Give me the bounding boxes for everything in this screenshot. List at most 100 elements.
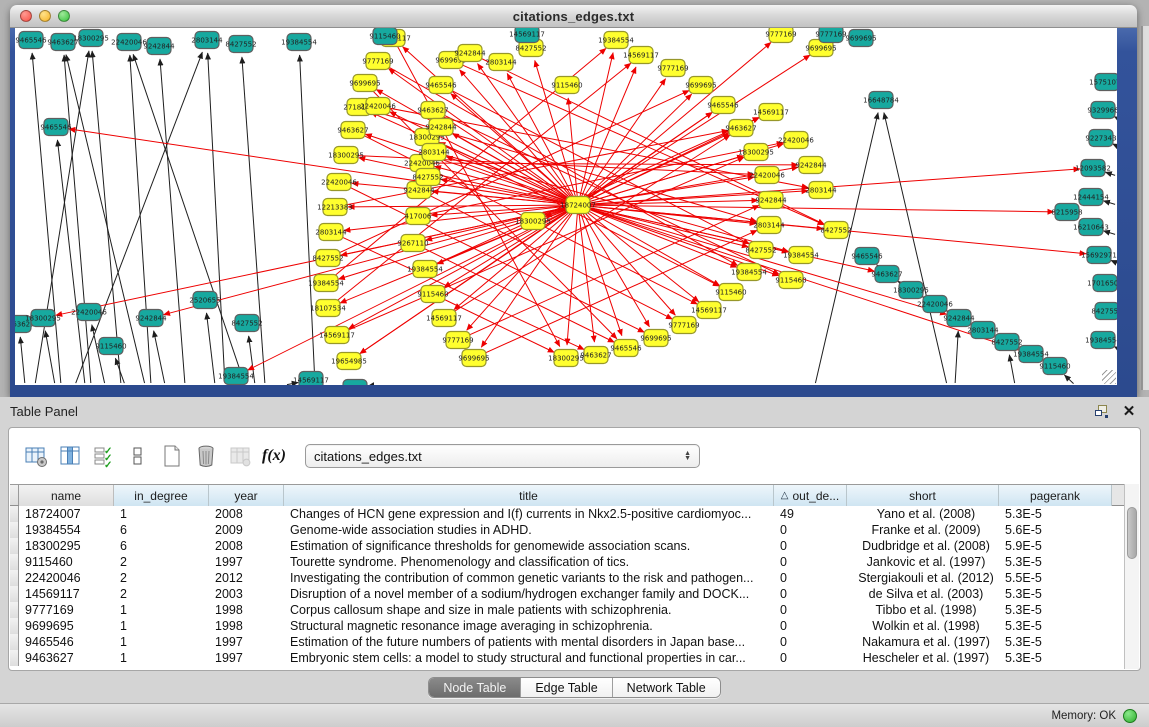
combo-arrows-icon: ▲▼	[684, 451, 691, 461]
table-source-select[interactable]: citations_edges.txt ▲▼	[305, 444, 700, 468]
graph-edge	[45, 331, 54, 383]
table-row[interactable]: 977716911998Corpus callosum shape and si…	[10, 602, 1124, 618]
table-cell: Changes of HCN gene expression and I(f) …	[284, 507, 774, 521]
table-cell: Estimation of the future numbers of pati…	[284, 635, 774, 649]
vertical-scrollbar[interactable]	[1124, 484, 1139, 669]
close-window-icon[interactable]	[20, 10, 32, 22]
graph-node-label: 18724007	[560, 202, 596, 210]
column-header-title[interactable]: title	[284, 485, 774, 506]
table-cell: Hescheler et al. (1997)	[847, 651, 999, 665]
table-cell: 0	[774, 587, 847, 601]
window-controls	[20, 10, 70, 22]
table-cell: 9115460	[19, 555, 114, 569]
table-row[interactable]: 1830029562008Estimation of significance …	[10, 538, 1124, 554]
table-cell: 1997	[209, 635, 284, 649]
graph-node-label: 22420046	[111, 39, 147, 47]
table-row[interactable]: 946362711997Embryonic stem cells: a mode…	[10, 650, 1124, 666]
table-cell: 0	[774, 603, 847, 617]
graph-node-label: 14569117	[623, 52, 659, 60]
network-canvas[interactable]: 1872400718300295145691179777169969969527…	[15, 28, 1117, 385]
memory-status-icon[interactable]	[1123, 709, 1137, 723]
graph-node-label: 9115460	[369, 33, 400, 41]
graph-edge	[154, 331, 165, 383]
graph-edge	[92, 51, 121, 383]
graph-node-label: 9242844	[135, 315, 167, 323]
tab-node-table[interactable]: Node Table	[429, 678, 521, 697]
graph-node-label: 19384554	[218, 373, 254, 381]
table-cell: Investigating the contribution of common…	[284, 571, 774, 585]
table-cell: Tibbo et al. (1998)	[847, 603, 999, 617]
table-row[interactable]: 1456911722003Disruption of a novel membe…	[10, 586, 1124, 602]
tab-network-table[interactable]: Network Table	[613, 678, 720, 697]
table-row[interactable]: 969969511998Structural magnetic resonanc…	[10, 618, 1124, 634]
import-table-icon	[223, 439, 257, 473]
row-header-gutter	[10, 554, 19, 570]
column-header-short[interactable]: short	[847, 485, 999, 506]
graph-node-label: 18300295	[515, 218, 551, 226]
graph-node-label: 19384554	[281, 39, 317, 47]
table-row[interactable]: 2242004622012Investigating the contribut…	[10, 570, 1124, 586]
table-options-icon[interactable]	[19, 439, 53, 473]
graph-node-label: 18107534	[310, 305, 346, 313]
canvas-resize-grip[interactable]	[1102, 370, 1116, 384]
tab-edge-table[interactable]: Edge Table	[521, 678, 612, 697]
table-cell: 0	[774, 635, 847, 649]
table-cell: 1	[114, 603, 209, 617]
table-cell: 1	[114, 635, 209, 649]
show-columns-icon[interactable]	[53, 439, 87, 473]
graph-node-label: 9463627	[337, 127, 368, 135]
table-row[interactable]: 1872400712008Changes of HCN gene express…	[10, 506, 1124, 522]
row-header-gutter	[10, 650, 19, 666]
graph-node-label: 9465546	[15, 37, 47, 45]
graph-node-label: 22420046	[321, 179, 357, 187]
graph-node-label: 9115460	[715, 289, 746, 297]
float-panel-icon[interactable]	[1091, 402, 1111, 420]
scrollbar-thumb[interactable]	[1127, 507, 1137, 559]
column-header-pagerank[interactable]: pagerank	[999, 485, 1112, 506]
node-table-card: ✓ ✓ ✓	[8, 427, 1141, 671]
graph-node-label: 15692971	[1081, 252, 1117, 260]
delete-table-icon[interactable]	[189, 439, 223, 473]
window-titlebar[interactable]: citations_edges.txt	[10, 5, 1137, 28]
graph-node-label: 9699695	[458, 355, 489, 363]
maximize-window-icon[interactable]	[58, 10, 70, 22]
graph-node-label: 12093582	[1075, 165, 1111, 173]
table-cell: 1	[114, 651, 209, 665]
select-rows-icon[interactable]: ✓ ✓ ✓	[87, 439, 121, 473]
table-cell: 6	[114, 539, 209, 553]
table-cell: 9699695	[19, 619, 114, 633]
svg-text:✓: ✓	[104, 460, 112, 468]
network-view-window[interactable]: citations_edges.txt 18724007 18300295 1456…	[10, 5, 1137, 397]
function-builder-icon[interactable]: f(x)	[257, 439, 291, 473]
table-cell: 5.3E-5	[999, 619, 1112, 633]
close-panel-icon[interactable]: ✕	[1119, 402, 1139, 420]
table-row[interactable]: 911546021997Tourette syndrome. Phenomeno…	[10, 554, 1124, 570]
column-header-in_degree[interactable]: in_degree	[114, 485, 209, 506]
minimize-window-icon[interactable]	[39, 10, 51, 22]
table-header-row: namein_degreeyeartitle△out_de...shortpag…	[10, 485, 1124, 506]
graph-node-label: 9465546	[851, 253, 883, 261]
row-header-gutter	[10, 634, 19, 650]
table-cell: 1997	[209, 651, 284, 665]
table-row[interactable]: 946554611997Estimation of the future num…	[10, 634, 1124, 650]
graph-edge	[35, 51, 89, 383]
graph-edge	[248, 206, 577, 370]
graph-node-label: 417006	[405, 213, 432, 221]
table-cell: 2003	[209, 587, 284, 601]
graph-node-label: 8427552	[820, 227, 851, 235]
column-header-out_de[interactable]: △out_de...	[774, 485, 847, 506]
row-height-icon[interactable]	[121, 439, 155, 473]
graph-node-label: 22420046	[749, 172, 785, 180]
table-row[interactable]: 1938455462009Genome-wide association stu…	[10, 522, 1124, 538]
column-header-year[interactable]: year	[209, 485, 284, 506]
table-cell: 2	[114, 587, 209, 601]
table-cell: 5.3E-5	[999, 603, 1112, 617]
table-cell: Yano et al. (2008)	[847, 507, 999, 521]
table-cell: 5.3E-5	[999, 635, 1112, 649]
table-cell: 0	[774, 571, 847, 585]
graph-node-label: 9115460	[551, 82, 582, 90]
column-header-name[interactable]: name	[19, 485, 114, 506]
table-cell: 18724007	[19, 507, 114, 521]
graph-node-label: 2803144	[967, 327, 999, 335]
create-table-icon[interactable]	[155, 439, 189, 473]
